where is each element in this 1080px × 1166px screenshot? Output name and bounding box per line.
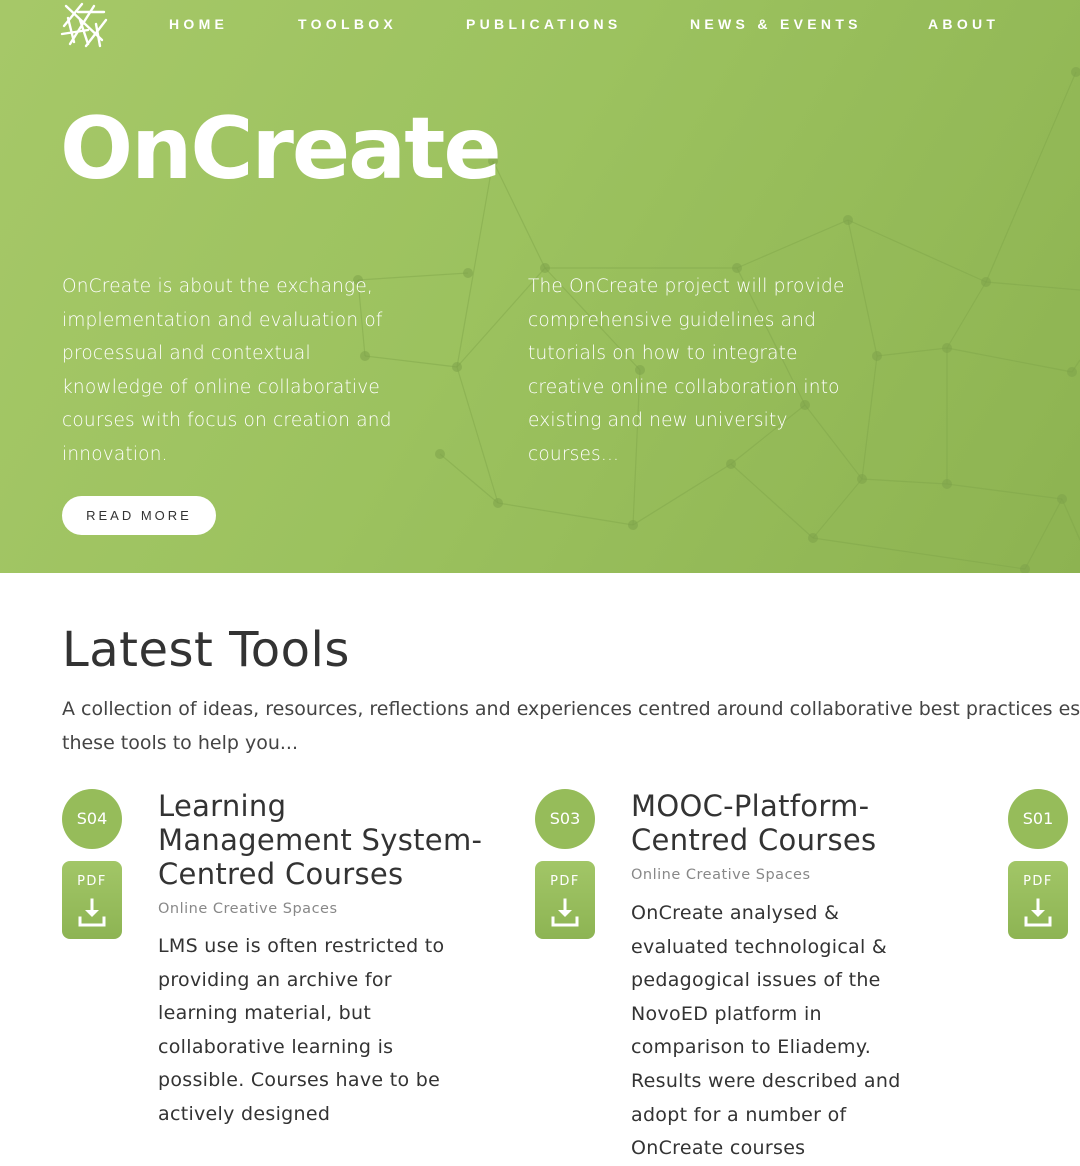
pdf-label: PDF — [550, 874, 580, 889]
hero-intro-column-2: The OnCreate project will provide compre… — [528, 270, 848, 472]
download-icon — [551, 898, 579, 927]
oncreate-logo-icon[interactable] — [58, 0, 110, 50]
description-line-2: these tools to help you... — [62, 732, 298, 754]
download-icon — [1024, 898, 1052, 927]
nav-news-events[interactable]: NEWS & EVENTS — [690, 16, 862, 32]
hero-intro-text-1: OnCreate is about the exchange, implemen… — [62, 276, 392, 465]
nav-home[interactable]: HOME — [169, 16, 228, 32]
tool-category: Online Creative Spaces — [631, 867, 811, 883]
nav-about[interactable]: ABOUT — [928, 16, 999, 32]
latest-tools-heading: Latest Tools — [62, 622, 350, 678]
hero-title: OnCreate — [60, 99, 502, 199]
pdf-label: PDF — [1023, 874, 1053, 889]
read-more-button[interactable]: READ MORE — [62, 496, 216, 535]
tool-title-link[interactable]: Learning Management System-Centred Cours… — [158, 789, 488, 891]
pdf-label: PDF — [77, 874, 107, 889]
download-icon — [78, 898, 106, 927]
nav-publications[interactable]: PUBLICATIONS — [466, 16, 622, 32]
tool-category: Online Creative Spaces — [158, 901, 338, 917]
pdf-download-button[interactable]: PDF — [535, 861, 595, 939]
pdf-download-button[interactable]: PDF — [62, 861, 122, 939]
hero-intro-text-2: The OnCreate project will provide compre… — [528, 276, 845, 465]
tool-title-link[interactable]: MOOC-Platform-Centred Courses — [631, 789, 891, 857]
tool-code-badge: S01 — [1008, 789, 1068, 849]
description-line-1: A collection of ideas, resources, reflec… — [62, 698, 1080, 720]
tool-summary: LMS use is often restricted to providing… — [158, 935, 445, 1125]
tool-summary: OnCreate analysed & evaluated technologi… — [631, 902, 901, 1160]
latest-tools-description: A collection of ideas, resources, reflec… — [62, 692, 1080, 760]
hero-banner: HOME TOOLBOX PUBLICATIONS NEWS & EVENTS … — [0, 0, 1080, 573]
hero-intro-column-1: OnCreate is about the exchange, implemen… — [62, 270, 402, 472]
tool-code-badge: S03 — [535, 789, 595, 849]
pdf-download-button[interactable]: PDF — [1008, 861, 1068, 939]
tool-code-badge: S04 — [62, 789, 122, 849]
nav-toolbox[interactable]: TOOLBOX — [298, 16, 397, 32]
